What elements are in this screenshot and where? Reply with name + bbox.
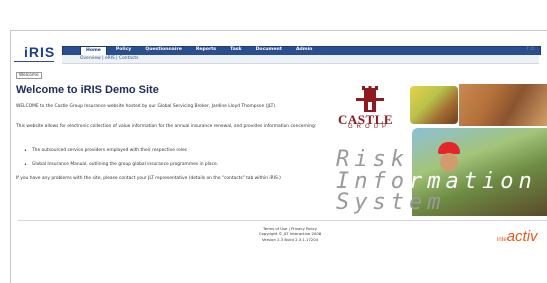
footer: Terms of Use | Privacy Policy Copyright … [230,226,350,242]
logout-icon[interactable]: ⏻ [531,46,535,52]
tab-policy[interactable]: Policy [111,46,136,55]
tab-questionnaire[interactable]: Questionnaire [140,46,187,55]
contact-paragraph: If you have any problems with the site, … [16,176,281,181]
tab-document[interactable]: Document [251,46,287,55]
subnav-links[interactable]: Overview | eRIS | Contacts [80,56,138,62]
version: Version 2.3 Build 2.3.1.17204 [261,236,319,242]
info-list: The outsourced service providers employe… [24,148,218,176]
tagline-risk: Risk [336,147,409,172]
worker-photo [459,84,547,126]
tab-task[interactable]: Task [225,46,246,55]
iris-logo[interactable]: iRIS [24,44,55,60]
breadcrumb[interactable]: Welcome [16,72,42,79]
logo-underline [14,61,54,62]
intro-paragraph: This website allows for electronic colle… [16,124,317,129]
vendor-logo[interactable]: inteactiv [497,228,538,246]
tab-reports[interactable]: Reports [191,46,221,55]
tagline-system: System [336,190,446,215]
vendor-logo-main: activ [506,228,538,245]
list-item: Global Insurance Manual, outlining the g… [24,162,218,168]
toolbar-icons: ? ⏻ [526,46,537,52]
vendor-logo-prefix: inte [497,237,507,243]
help-icon[interactable]: ? [526,46,529,52]
main-tabs: Home Policy Questionnaire Reports Task D… [80,46,321,56]
footer-divider [18,220,547,221]
field-photo [410,86,458,124]
castle-group-text: GROUP [348,124,391,130]
list-item: The outsourced service providers employe… [24,148,218,154]
welcome-paragraph: WELCOME to the Castle Group Insurance we… [16,104,277,109]
page-title: Welcome to iRIS Demo Site [16,84,159,96]
tab-admin[interactable]: Admin [291,46,317,55]
